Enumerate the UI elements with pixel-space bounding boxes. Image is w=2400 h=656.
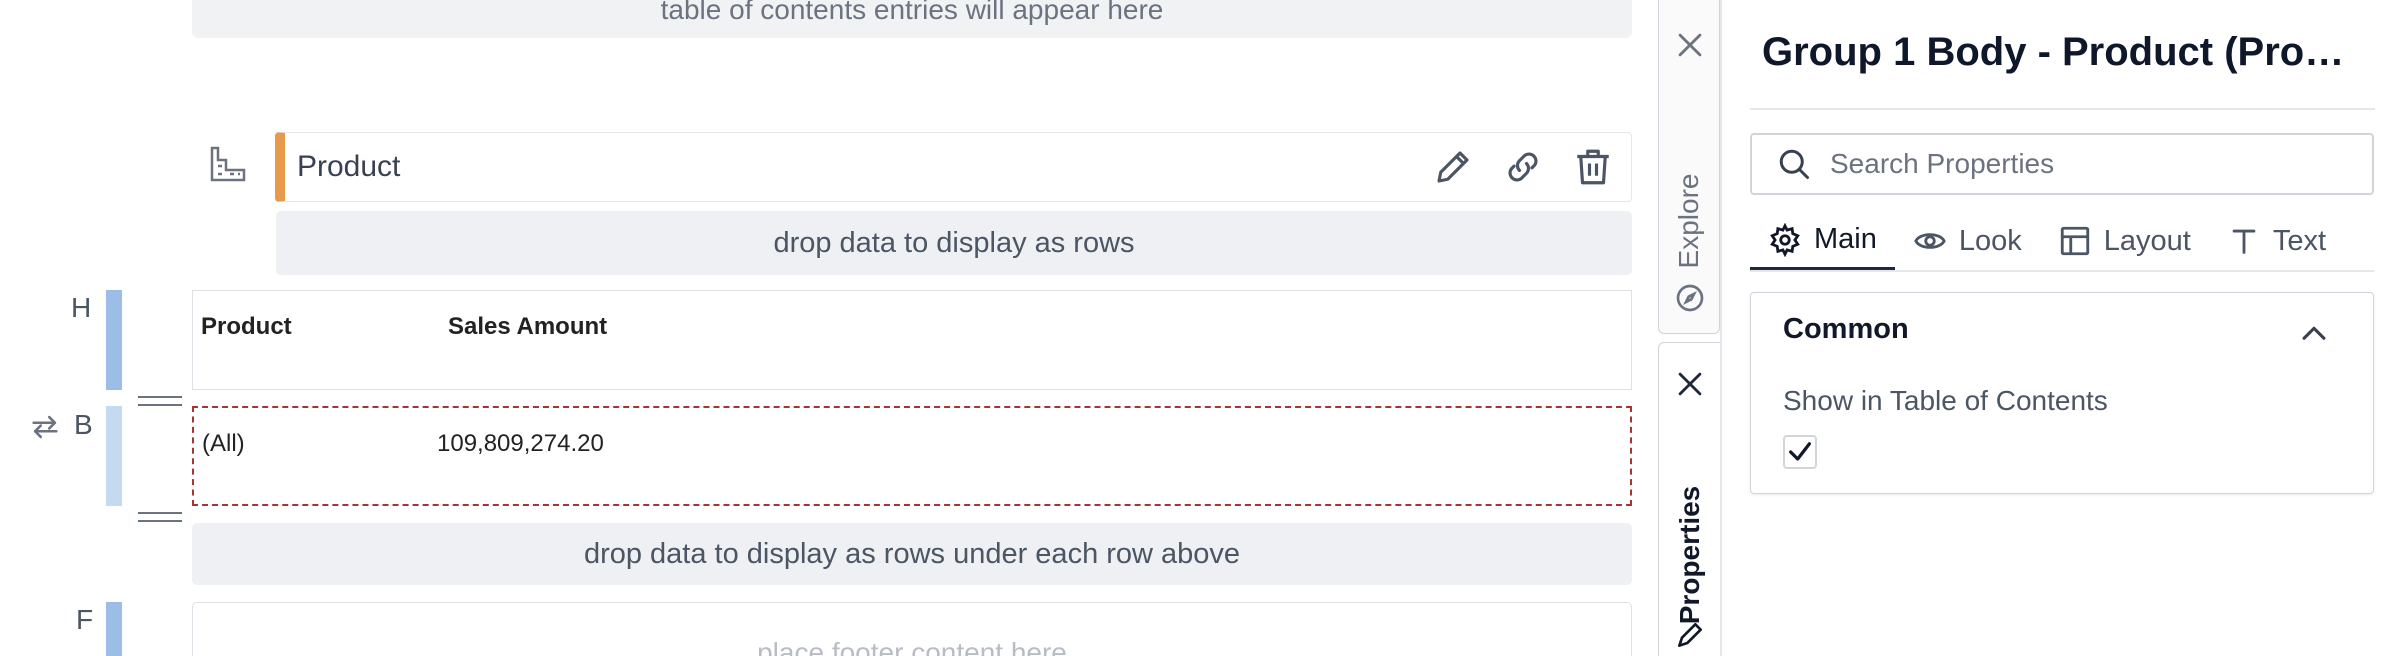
close-icon[interactable] — [1673, 367, 1707, 401]
panel-title: Group 1 Body - Product (Product) — [1762, 30, 2362, 74]
body-band-handle[interactable] — [106, 406, 122, 506]
property-tabs: Main Look Layout Text — [1750, 212, 2374, 272]
search-properties-box[interactable] — [1750, 133, 2374, 195]
common-section-title[interactable]: Common — [1783, 313, 1909, 346]
tab-look[interactable]: Look — [1895, 212, 2040, 270]
link-icon[interactable] — [1499, 143, 1547, 191]
group-label: Product — [297, 150, 401, 183]
show-in-toc-label: Show in Table of Contents — [1783, 385, 2108, 416]
show-in-toc-checkbox[interactable] — [1783, 435, 1817, 469]
search-properties-input[interactable] — [1830, 148, 2350, 180]
tab-look-label: Look — [1958, 224, 2022, 257]
common-section: Common Show in Table of Contents — [1750, 292, 2374, 494]
body-band-selected[interactable]: (All) 109,809,274.20 — [192, 406, 1632, 506]
panel-divider — [1720, 0, 1722, 656]
tab-text[interactable]: Text — [2209, 212, 2344, 270]
body-band-label: B — [74, 409, 93, 440]
properties-tab-label[interactable]: Properties — [1674, 486, 1706, 625]
header-cell-product[interactable]: Product — [201, 313, 292, 341]
group-bar-product[interactable]: Product — [275, 132, 1632, 202]
header-band-label: H — [71, 292, 92, 323]
explore-side-tab[interactable]: Explore — [1658, 0, 1720, 334]
compass-icon — [1674, 282, 1706, 314]
gear-icon — [1770, 222, 1800, 257]
tab-layout-label: Layout — [2103, 224, 2191, 257]
toc-placeholder: table of contents entries will appear he… — [192, 0, 1632, 38]
search-icon — [1779, 149, 1809, 179]
body-cell-product[interactable]: (All) — [202, 430, 245, 458]
band-resize-handle[interactable] — [138, 512, 182, 522]
header-band[interactable]: Product Sales Amount — [192, 290, 1632, 390]
header-band-handle[interactable] — [106, 290, 122, 390]
footer-band[interactable]: place footer content here — [192, 602, 1632, 656]
footer-band-label: F — [76, 604, 94, 635]
footer-band-handle[interactable] — [106, 602, 122, 656]
checkmark-icon — [1789, 442, 1811, 461]
group-icon — [208, 144, 248, 184]
band-resize-handle[interactable] — [138, 396, 182, 406]
explore-tab-label[interactable]: Explore — [1673, 174, 1705, 269]
tab-main-label: Main — [1814, 223, 1877, 255]
text-icon — [2232, 229, 2256, 254]
panel-title-divider — [1750, 108, 2375, 110]
tab-layout[interactable]: Layout — [2040, 212, 2209, 270]
chevron-up-icon[interactable] — [2297, 317, 2331, 351]
trash-icon[interactable] — [1569, 143, 1617, 191]
close-icon[interactable] — [1673, 28, 1707, 62]
drop-rows-under-zone[interactable]: drop data to display as rows under each … — [192, 523, 1632, 585]
tab-main[interactable]: Main — [1750, 212, 1895, 270]
tab-text-label: Text — [2272, 224, 2327, 257]
body-cell-sales-amount[interactable]: 109,809,274.20 — [437, 430, 604, 458]
eye-icon — [1914, 233, 1946, 249]
layout-icon — [2060, 226, 2089, 256]
brush-icon — [1674, 619, 1706, 651]
pencil-icon[interactable] — [1429, 143, 1477, 191]
drop-rows-zone[interactable]: drop data to display as rows — [276, 211, 1632, 275]
swap-icon[interactable] — [28, 410, 62, 444]
header-cell-sales-amount[interactable]: Sales Amount — [448, 313, 607, 341]
properties-side-tab[interactable]: Properties — [1658, 342, 1720, 656]
